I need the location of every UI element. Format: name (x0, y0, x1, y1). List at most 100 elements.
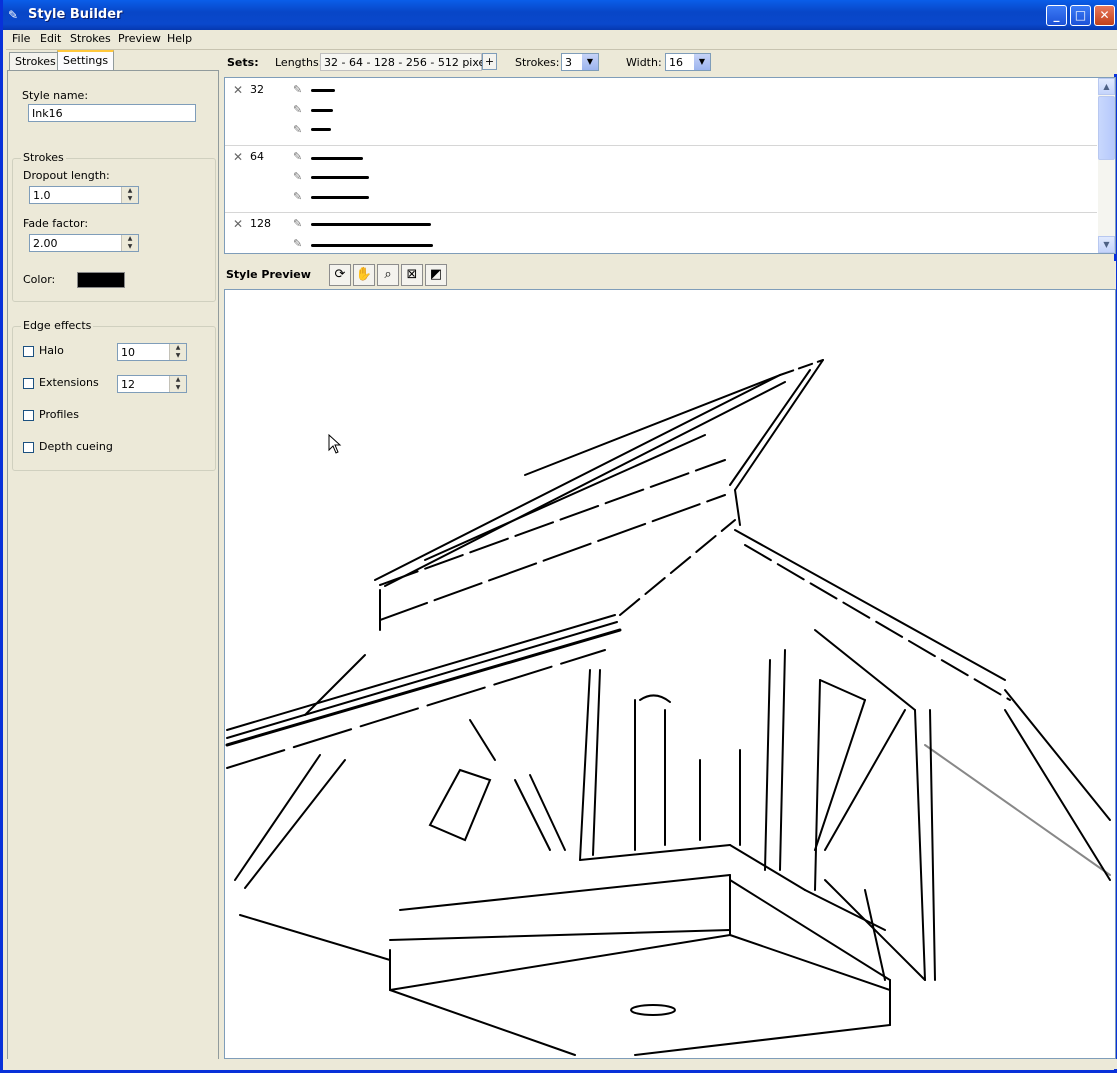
settings-tab-body: Style name: Ink16 Strokes Dropout length… (7, 70, 219, 1066)
add-length-button[interactable]: + (482, 53, 497, 70)
menu-preview[interactable]: Preview (118, 32, 161, 45)
fade-factor-spinner[interactable]: 2.00 ▲ ▼ (29, 234, 139, 252)
post-edge (814, 699, 866, 851)
fade-factor-label: Fade factor: (23, 217, 89, 230)
base-edge (399, 874, 731, 911)
tab-strokes[interactable]: Strokes (9, 52, 62, 70)
pencil-icon[interactable]: ✎ (293, 103, 302, 116)
stroke-sample (311, 244, 433, 247)
extensions-checkbox[interactable] (23, 378, 34, 389)
base-edge (389, 934, 731, 991)
halo-checkbox[interactable] (23, 346, 34, 357)
strokes-group-title: Strokes (21, 151, 66, 164)
post-edge (914, 709, 926, 981)
stroke-sample (311, 196, 369, 199)
halo-label: Halo (39, 344, 64, 357)
set-length: 64 (250, 150, 264, 163)
profiles-checkbox[interactable] (23, 410, 34, 421)
menu-help[interactable]: Help (167, 32, 192, 45)
scroll-up-icon[interactable]: ▲ (1098, 78, 1115, 95)
roof-edge (226, 621, 618, 739)
stroke-sample (311, 223, 431, 226)
delete-set-icon[interactable]: ✕ (233, 217, 243, 231)
pencil-icon[interactable]: ✎ (293, 150, 302, 163)
halo-spinner[interactable]: 10 ▲ ▼ (117, 343, 187, 361)
strokes-count-select[interactable]: 3 ▼ (561, 53, 599, 71)
lengths-value: 32 - 64 - 128 - 256 - 512 pixels (324, 56, 495, 69)
orbit-icon[interactable]: ⟳ (329, 264, 351, 286)
roof-edge (379, 459, 726, 586)
roof-edge (924, 744, 1111, 876)
style-name-input[interactable]: Ink16 (28, 104, 196, 122)
close-button[interactable]: ✕ (1094, 5, 1115, 26)
tab-settings[interactable]: Settings (57, 50, 115, 70)
depth-cueing-checkbox[interactable] (23, 442, 34, 453)
roof-edge (384, 381, 786, 587)
sets-scrollbar[interactable]: ▲ ▼ (1098, 78, 1115, 253)
support-edge (244, 759, 346, 889)
post-edge (764, 659, 771, 871)
zoom-extents-icon[interactable]: ⊠ (401, 264, 423, 286)
chevron-down-icon[interactable]: ▼ (582, 54, 598, 70)
base-edge (729, 844, 806, 891)
left-panel: Strokes Settings Style name: Ink16 Strok… (6, 50, 220, 1068)
base-edge (389, 989, 576, 1056)
dropout-length-spinner[interactable]: 1.0 ▲ ▼ (29, 186, 139, 204)
spinner-arrows-icon[interactable]: ▲ ▼ (121, 235, 138, 251)
post-edge (814, 629, 916, 711)
list-item[interactable]: ✕ 128 ✎ ✎ (225, 212, 1097, 253)
delete-set-icon[interactable]: ✕ (233, 83, 243, 97)
inner-edge (639, 694, 671, 703)
chevron-down-icon[interactable]: ▼ (694, 54, 710, 70)
lengths-label: Lengths: (275, 56, 323, 69)
window-title: Style Builder (28, 7, 123, 22)
menu-file[interactable]: File (12, 32, 30, 45)
support-edge (234, 754, 321, 881)
maximize-button[interactable]: □ (1070, 5, 1091, 26)
extensions-value: 12 (121, 378, 135, 391)
menu-strokes[interactable]: Strokes (70, 32, 111, 45)
width-label: Width: (626, 56, 662, 69)
support-edge (239, 914, 391, 961)
spinner-arrows-icon[interactable]: ▲ ▼ (121, 187, 138, 203)
scroll-down-icon[interactable]: ▼ (1098, 236, 1115, 253)
preview-header: Style Preview ⟳ ✋ ⌕ ⊠ ◩ (224, 261, 1116, 289)
pencil-icon[interactable]: ✎ (293, 237, 302, 250)
mouse-cursor-icon (328, 433, 342, 454)
roof-edge (734, 359, 824, 491)
roof-edge (524, 374, 781, 476)
style-preview-canvas[interactable] (224, 289, 1116, 1059)
width-select[interactable]: 16 ▼ (665, 53, 711, 71)
pan-icon[interactable]: ✋ (353, 264, 375, 286)
sets-toolbar: Sets: Lengths: 32 - 64 - 128 - 256 - 512… (223, 50, 1117, 74)
list-item[interactable]: ✕ 32 ✎ ✎ ✎ (225, 78, 1097, 146)
roof-edge (619, 519, 736, 616)
view-cube-icon[interactable]: ◩ (425, 264, 447, 286)
roof-edge (225, 628, 622, 747)
inner-edge (529, 774, 566, 851)
pencil-icon[interactable]: ✎ (293, 170, 302, 183)
spinner-arrows-icon[interactable]: ▲ ▼ (169, 344, 186, 360)
base-edge (579, 844, 731, 861)
strokes-group: Strokes Dropout length: 1.0 ▲ ▼ Fade fact… (12, 151, 216, 302)
title-bar[interactable]: ✎ Style Builder _ □ ✕ (3, 0, 1117, 30)
scroll-thumb[interactable] (1098, 96, 1115, 160)
zoom-icon[interactable]: ⌕ (377, 264, 399, 286)
menu-edit[interactable]: Edit (40, 32, 61, 45)
pencil-icon[interactable]: ✎ (293, 123, 302, 136)
spinner-arrows-icon[interactable]: ▲ ▼ (169, 376, 186, 392)
pencil-icon[interactable]: ✎ (293, 217, 302, 230)
color-swatch[interactable] (77, 272, 125, 288)
extensions-spinner[interactable]: 12 ▲ ▼ (117, 375, 187, 393)
minimize-button[interactable]: _ (1046, 5, 1067, 26)
roof-edge (729, 369, 811, 486)
lengths-field[interactable]: 32 - 64 - 128 - 256 - 512 pixels (320, 53, 494, 71)
base-edge (729, 934, 891, 991)
pencil-icon[interactable]: ✎ (293, 190, 302, 203)
list-item[interactable]: ✕ 64 ✎ ✎ ✎ (225, 145, 1097, 213)
pencil-icon[interactable]: ✎ (293, 83, 302, 96)
roof-edge (226, 614, 616, 731)
delete-set-icon[interactable]: ✕ (233, 150, 243, 164)
stroke-sample (311, 89, 335, 92)
fade-factor-value: 2.00 (33, 237, 58, 250)
